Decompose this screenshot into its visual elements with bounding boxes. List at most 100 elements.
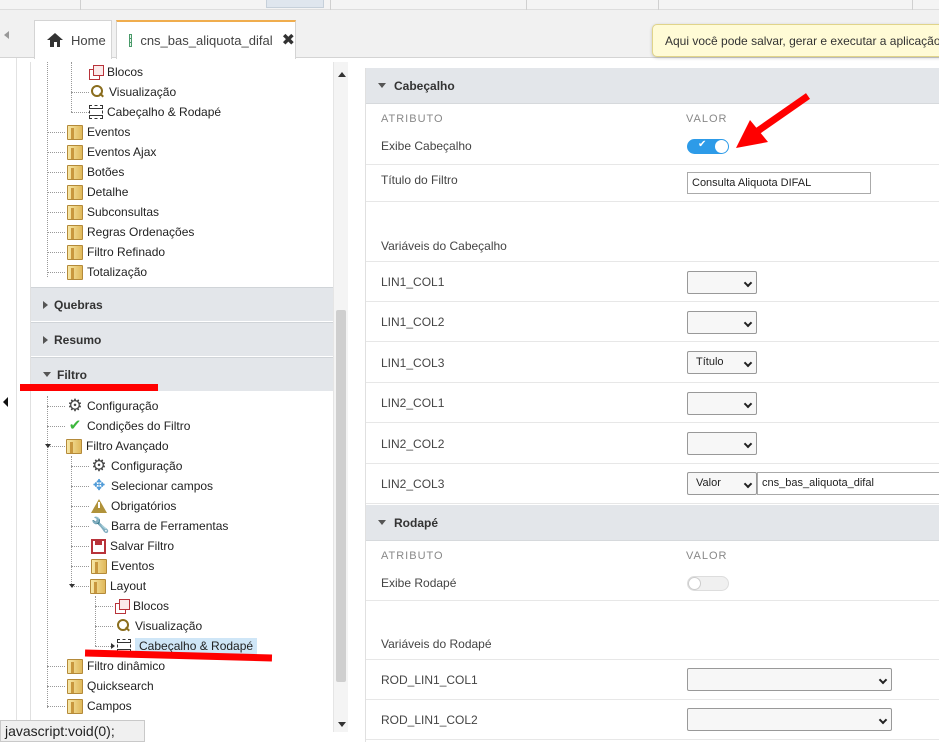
folder-icon (67, 264, 83, 280)
tree-item-totalizacao[interactable]: Totalização (67, 262, 147, 282)
toolbar-separator (330, 0, 331, 10)
tab-home[interactable]: Home (34, 20, 112, 59)
caret-down-icon[interactable] (45, 444, 51, 448)
tab-application-label: cns_bas_aliquota_difal (140, 33, 273, 48)
folder-icon (67, 184, 83, 200)
chevron-down-icon (878, 675, 888, 685)
tree-scrollbar[interactable] (333, 62, 348, 732)
lin2-col2-select[interactable] (687, 432, 757, 455)
tree-item-eventos-ajax[interactable]: Eventos Ajax (67, 142, 156, 162)
tree-item-layout-visualizacao[interactable]: Visualização (115, 616, 202, 636)
tree-item-regras-ordenacoes[interactable]: Regras Ordenações (67, 222, 194, 242)
tree-item-condicoes-filtro[interactable]: ✔ Condições do Filtro (67, 416, 191, 436)
toolbar-selected-item[interactable] (266, 0, 324, 8)
expand-icon (43, 300, 48, 309)
tree-guide (71, 506, 89, 507)
expand-icon (43, 335, 48, 344)
annotation-underline-filtro (20, 384, 158, 391)
toolbar-separator (526, 0, 527, 10)
tree-item-filtro-dinamico[interactable]: Filtro dinâmico (67, 656, 165, 676)
scroll-down-icon[interactable] (338, 722, 346, 727)
tab-application[interactable]: cns_bas_aliquota_difal ✖ (116, 20, 296, 59)
tree-item-blocos[interactable]: Blocos (89, 62, 143, 82)
section-header-cabecalho[interactable]: Cabeçalho (366, 68, 939, 104)
rod-lin1-col1-select[interactable] (687, 668, 892, 691)
tree-item-barra-ferramentas[interactable]: 🔧 Barra de Ferramentas (91, 516, 228, 536)
lin2-col1-select[interactable] (687, 392, 757, 415)
tree-item-campos[interactable]: Campos (67, 696, 132, 716)
column-header: ATRIBUTO VALOR (381, 550, 728, 562)
warning-icon (91, 498, 107, 514)
tree-item-layout-blocos[interactable]: Blocos (115, 596, 169, 616)
tree-item-quicksearch[interactable]: Quicksearch (67, 676, 154, 696)
gear-icon: ⚙ (67, 396, 83, 415)
folder-icon (67, 204, 83, 220)
folder-icon (66, 438, 82, 454)
tree-item-selecionar-campos[interactable]: ✥ Selecionar campos (91, 476, 213, 496)
tree-guide (71, 526, 89, 527)
row-exibe-cabecalho: Exibe Cabeçalho ✔ (366, 132, 939, 165)
caret-down-icon[interactable] (69, 584, 75, 588)
toolbar-separator (80, 0, 81, 10)
folder-icon (67, 698, 83, 714)
annotation-arrow-icon (736, 93, 811, 148)
collapse-strip[interactable] (0, 58, 17, 742)
tree-guide (47, 232, 65, 233)
folder-icon (67, 124, 83, 140)
row-lin2-col3: LIN2_COL3 Valor cns_bas_aliquota_difal (366, 464, 939, 504)
tree-guide (71, 546, 89, 547)
folder-icon (67, 144, 83, 160)
magnifier-icon (89, 84, 105, 100)
row-exibe-rodape: Exibe Rodapé (366, 569, 939, 601)
lin1-col1-select[interactable] (687, 271, 757, 294)
show-header-toggle[interactable]: ✔ (687, 139, 729, 154)
tree-guide (71, 566, 89, 567)
lin2-col3-select[interactable]: Valor (687, 472, 757, 495)
blocks-icon (89, 65, 104, 80)
lin1-col3-select[interactable]: Título (687, 351, 757, 374)
tree-guide (47, 426, 65, 427)
tree-guide (47, 62, 48, 277)
magnifier-icon (115, 618, 131, 634)
section-resumo[interactable]: Resumo (31, 322, 333, 356)
tooltip-text: Aqui você pode salvar, gerar e executar … (665, 34, 939, 48)
tree-item-obrigatorios[interactable]: Obrigatórios (91, 496, 176, 516)
show-footer-toggle[interactable] (687, 576, 729, 591)
collapse-panel-icon[interactable] (3, 397, 8, 407)
lin2-col3-input[interactable]: cns_bas_aliquota_difal (757, 472, 939, 495)
app-tree: Blocos Visualização Cabeçalho & Rodapé E… (30, 62, 333, 742)
tree-item-subconsultas[interactable]: Subconsultas (67, 202, 159, 222)
tree-item-filtro-avancado[interactable]: Filtro Avançado (45, 436, 169, 456)
tree-guide (47, 192, 65, 193)
section-quebras[interactable]: Quebras (31, 287, 333, 321)
column-header: ATRIBUTO VALOR (381, 113, 728, 125)
tree-item-fa-configuracao[interactable]: ⚙ Configuração (91, 456, 182, 476)
tree-item-layout[interactable]: Layout (69, 576, 146, 596)
tree-item-visualizacao[interactable]: Visualização (89, 82, 176, 102)
scroll-up-icon[interactable] (338, 72, 346, 77)
tree-item-configuracao[interactable]: ⚙ Configuração (67, 396, 158, 416)
close-tab-icon[interactable]: ✖ (282, 32, 295, 49)
section-header-rodape[interactable]: Rodapé (366, 505, 939, 541)
tree-item-salvar-filtro[interactable]: Salvar Filtro (91, 536, 174, 556)
app-window: Home cns_bas_aliquota_difal ✖ Aqui você … (0, 0, 939, 742)
scroll-thumb[interactable] (336, 310, 346, 682)
tree-item-eventos[interactable]: Eventos (67, 122, 130, 142)
chevron-down-icon (743, 399, 753, 409)
row-rod-lin1-col1: ROD_LIN1_COL1 (366, 660, 939, 700)
tab-scroll-left-icon[interactable] (4, 31, 9, 39)
tree-item-cabecalho-rodape[interactable]: Cabeçalho & Rodapé (89, 102, 221, 122)
tree-guide (71, 466, 89, 467)
tree-item-detalhe[interactable]: Detalhe (67, 182, 128, 202)
lin1-col2-select[interactable] (687, 311, 757, 334)
row-lin1-col2: LIN1_COL2 (366, 302, 939, 342)
filter-title-input[interactable]: Consulta Aliquota DIFAL (687, 172, 871, 194)
tree-guide (95, 596, 96, 646)
rod-lin1-col2-select[interactable] (687, 708, 892, 731)
tree-item-fa-eventos[interactable]: Eventos (91, 556, 154, 576)
folder-icon (67, 658, 83, 674)
tree-guide (71, 62, 72, 112)
tree-item-botoes[interactable]: Botões (67, 162, 124, 182)
tree-item-filtro-refinado[interactable]: Filtro Refinado (67, 242, 165, 262)
folder-icon (91, 558, 107, 574)
